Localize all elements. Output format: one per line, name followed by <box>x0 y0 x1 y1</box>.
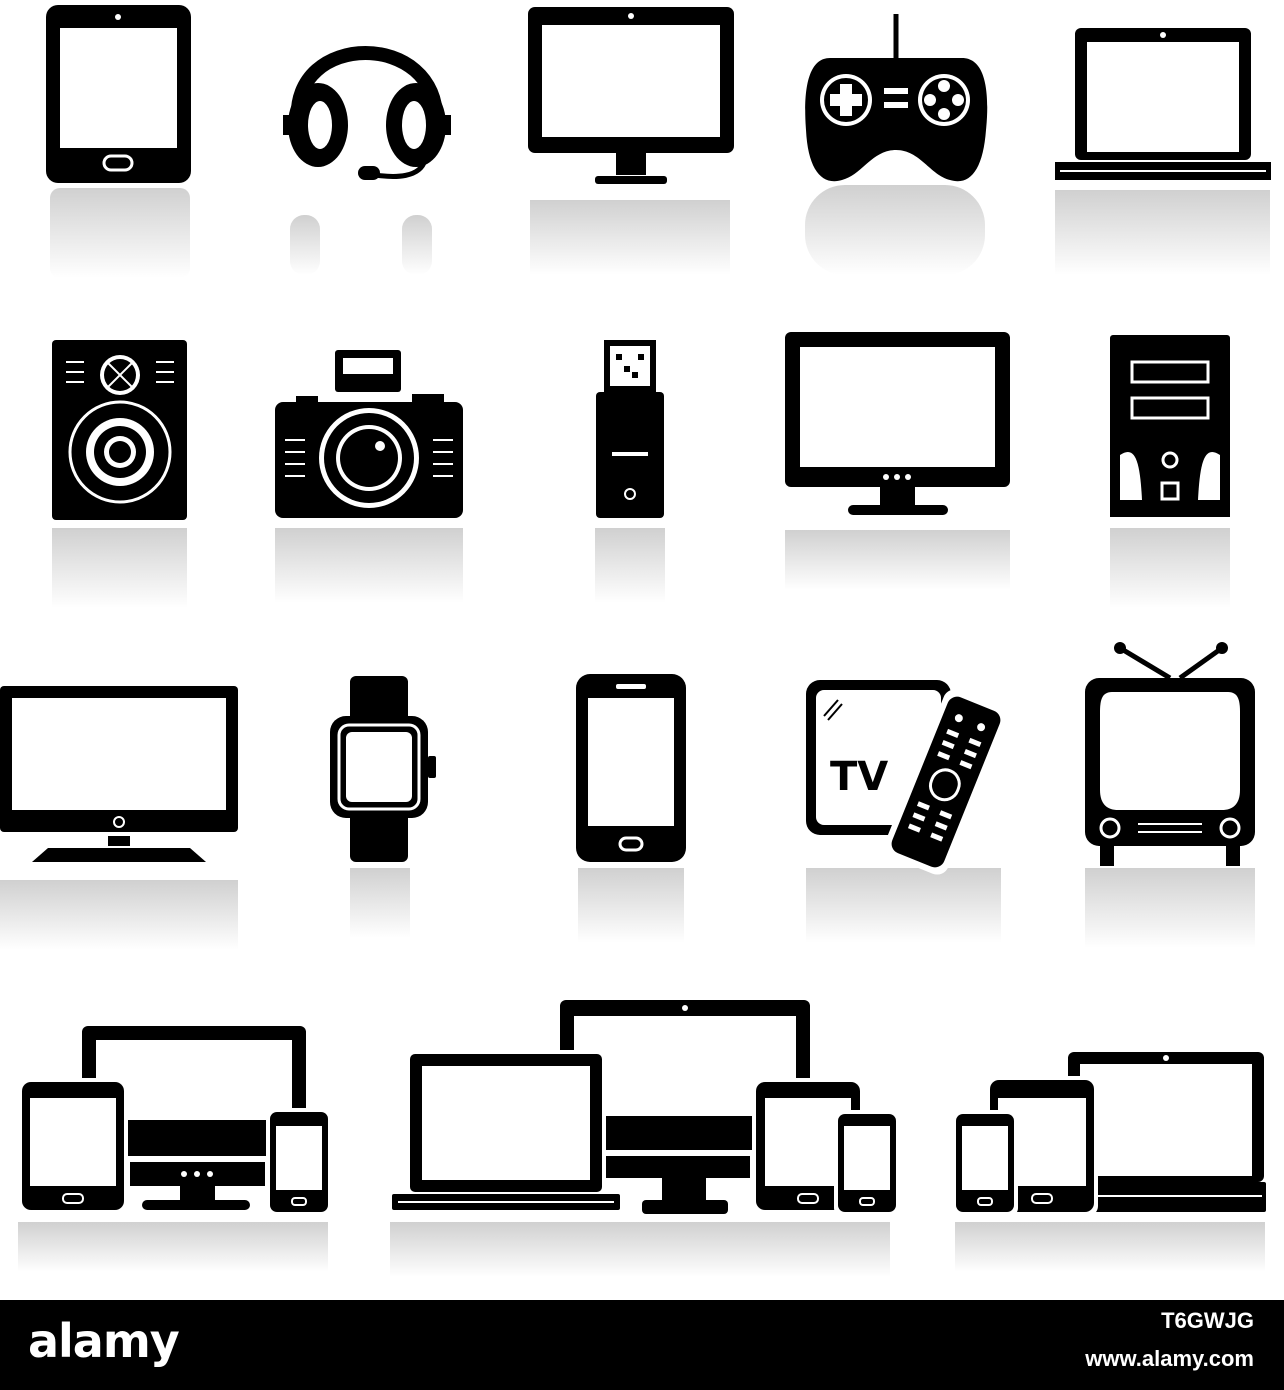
device-group-phone-tablet-laptop-icon <box>952 1052 1266 1216</box>
desktop-tower-icon <box>1110 335 1230 517</box>
device-group-laptop-monitor-tablet-phone-icon <box>390 1000 898 1216</box>
speaker-icon <box>52 340 187 520</box>
headset-icon <box>283 46 451 180</box>
row3-reflections <box>0 868 1255 950</box>
footer-bar: alamy T6GWJG www.alamy.com <box>0 1300 1284 1390</box>
lcd-monitor-icon <box>785 332 1010 515</box>
camera-icon <box>275 350 463 518</box>
laptop-icon <box>1055 28 1271 180</box>
gamepad-icon <box>805 14 988 182</box>
tv-remote-icon: TV <box>806 680 1008 875</box>
tv-label: TV <box>830 754 888 800</box>
tablet-icon <box>46 5 191 183</box>
site-url[interactable]: www.alamy.com <box>1085 1346 1254 1372</box>
row4-reflections <box>18 1222 1265 1277</box>
device-group-monitor-tablet-phone-icon <box>18 1026 330 1216</box>
usb-drive-icon <box>596 340 664 518</box>
device-icon-set: TV <box>0 5 1271 1277</box>
image-id: T6GWJG <box>1161 1308 1254 1333</box>
flat-tv-icon <box>0 686 238 862</box>
retro-tv-icon <box>1085 642 1255 866</box>
monitor-icon <box>528 7 734 184</box>
brand-logo[interactable]: alamy <box>28 1314 180 1368</box>
row2-reflections <box>52 528 1230 608</box>
row1-reflections <box>50 185 1270 278</box>
smartphone-icon <box>576 674 686 862</box>
smartwatch-icon <box>330 676 436 862</box>
